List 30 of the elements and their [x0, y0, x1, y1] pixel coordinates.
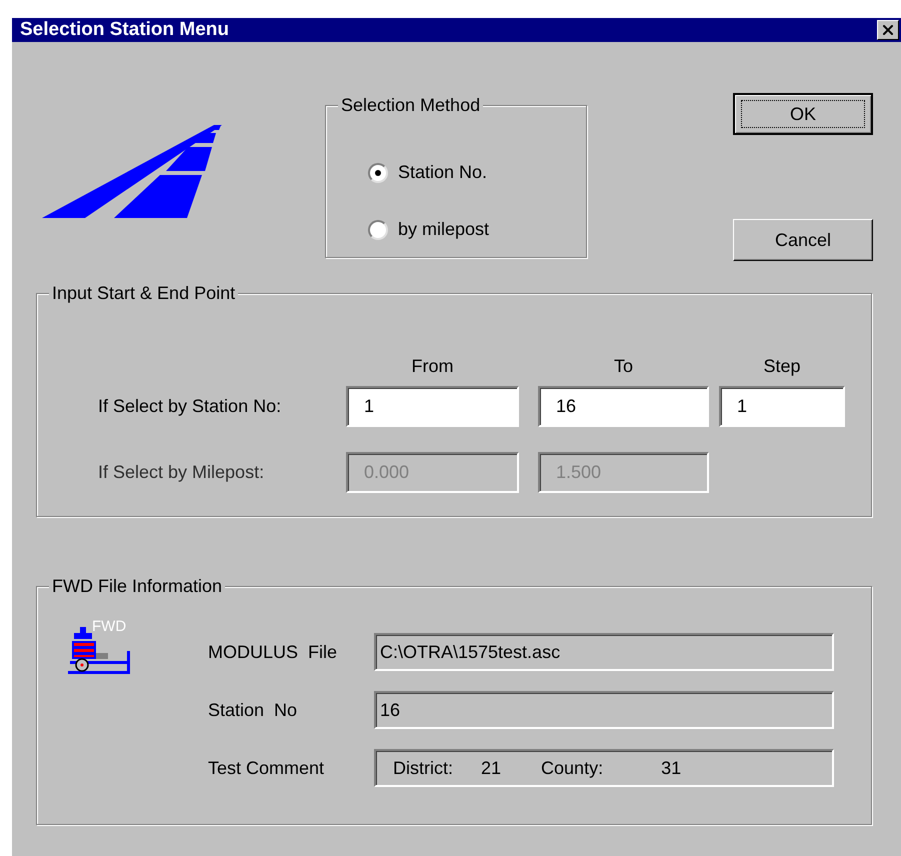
- radio-label: by milepost: [398, 218, 490, 241]
- radio-button[interactable]: [368, 220, 388, 240]
- radio-button[interactable]: [368, 162, 388, 182]
- road-icon: [42, 125, 222, 218]
- comment-text: District:: [393, 756, 453, 780]
- column-header: Step: [762, 355, 802, 378]
- icon-caption: FWD: [92, 619, 126, 635]
- row-label: If Select by Station No:: [97, 395, 282, 418]
- input-field: 1.500: [538, 452, 709, 493]
- comment-text: County:: [541, 756, 604, 780]
- field-label: Station No: [208, 698, 298, 722]
- comment-text: 31: [661, 756, 682, 780]
- close-button[interactable]: [877, 20, 899, 40]
- field-label: Test Comment: [208, 756, 326, 780]
- ok-button[interactable]: OK: [733, 93, 873, 135]
- input-field: 0.000: [346, 452, 519, 493]
- field-value: 16: [379, 698, 400, 722]
- field-value: C:\OTRA\1575test.asc: [379, 640, 560, 664]
- radio-label: Station No.: [398, 161, 488, 184]
- input-field[interactable]: 1: [346, 386, 519, 427]
- comment-text: 21: [481, 756, 502, 780]
- row-label: If Select by Milepost:: [97, 461, 266, 484]
- column-header: To: [612, 355, 634, 378]
- field-label: MODULUS File: [208, 640, 338, 664]
- close-icon: [880, 22, 896, 38]
- cancel-button[interactable]: Cancel: [733, 219, 873, 261]
- input-field[interactable]: 1: [719, 386, 845, 427]
- input-field[interactable]: 16: [538, 386, 709, 427]
- column-header: From: [410, 355, 454, 378]
- window-title: Selection Station Menu: [20, 18, 230, 42]
